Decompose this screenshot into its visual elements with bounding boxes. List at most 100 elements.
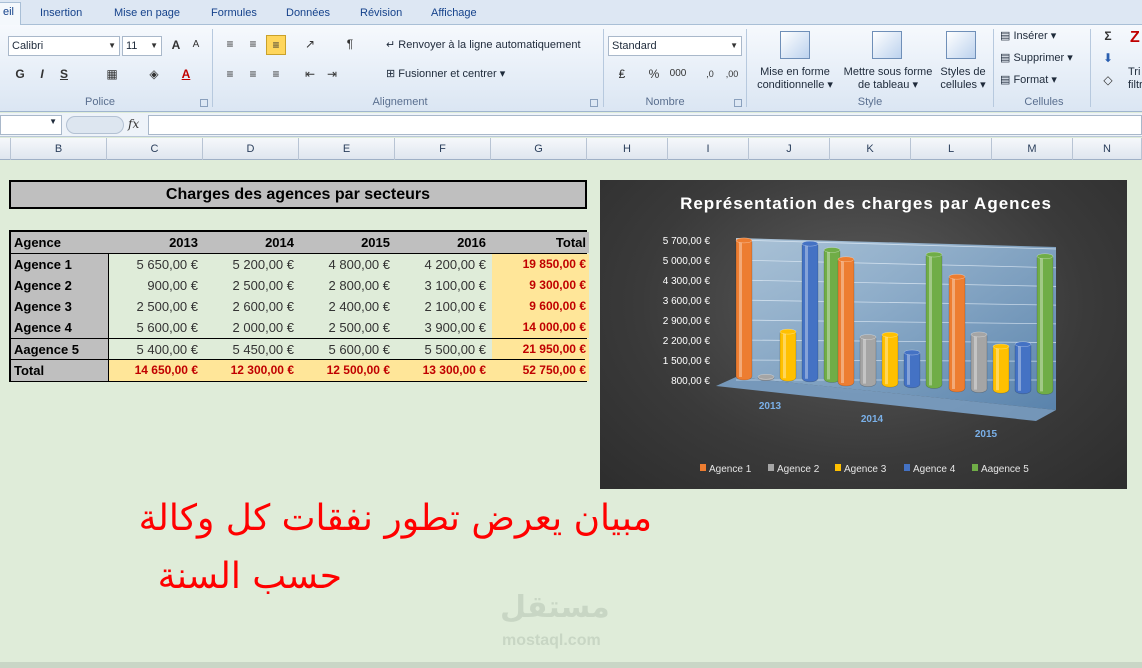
value-cell[interactable]: 5 650,00 € [108,254,204,275]
tab-page-layout[interactable]: Mise en page [108,4,186,24]
header-cell[interactable]: 2016 [396,232,492,253]
row-label[interactable]: Agence 4 [11,317,108,338]
delete-button[interactable]: ▤ Supprimer ▾ [1000,49,1073,69]
align-bottom-icon[interactable]: ≡ [266,35,286,55]
cell-styles-icon[interactable] [946,31,976,59]
decrease-decimal-icon[interactable]: ,00 [722,65,742,85]
total-cell[interactable]: 9 600,00 € [492,296,589,317]
fill-icon[interactable]: ⬇ [1098,49,1118,69]
format-table-button[interactable]: Mettre sous forme de tableau ▾ [840,66,936,92]
column-header[interactable]: K [830,138,911,160]
column-header[interactable]: I [668,138,749,160]
value-cell[interactable]: 5 600,00 € [108,317,204,338]
underline-button[interactable]: S [54,65,74,85]
value-cell[interactable]: 3 100,00 € [396,275,492,296]
align-middle-icon[interactable]: ≡ [243,35,263,55]
column-header[interactable]: J [749,138,830,160]
currency-icon[interactable]: ₤ [612,65,632,85]
column-header-a[interactable] [0,138,11,160]
total-cell[interactable]: 19 850,00 € [492,254,589,275]
column-header[interactable]: N [1073,138,1142,160]
align-left-icon[interactable]: ≡ [220,65,240,85]
tab-review[interactable]: Révision [354,4,408,24]
value-cell[interactable]: 2 500,00 € [108,296,204,317]
column-header[interactable]: L [911,138,992,160]
chart[interactable]: Représentation des charges par Agences 8… [600,180,1127,489]
column-header[interactable]: M [992,138,1073,160]
autosum-icon[interactable]: Σ [1098,27,1118,47]
number-format-select[interactable]: Standard ▼ [608,36,742,56]
italic-button[interactable]: I [32,65,52,85]
font-dialog-launcher[interactable] [200,99,208,107]
value-cell[interactable]: 5 200,00 € [204,254,300,275]
value-cell[interactable]: 13 300,00 € [396,360,492,381]
row-label[interactable]: Agence 2 [11,275,108,296]
total-cell[interactable]: 21 950,00 € [492,339,589,360]
grow-font-icon[interactable]: A [166,36,186,56]
value-cell[interactable]: 3 900,00 € [396,317,492,338]
orientation-icon[interactable]: ↗ [300,35,320,55]
column-header[interactable]: H [587,138,668,160]
value-cell[interactable]: 2 500,00 € [300,317,396,338]
value-cell[interactable]: 2 100,00 € [396,296,492,317]
value-cell[interactable]: 5 600,00 € [300,339,396,360]
fx-icon[interactable]: fx [128,117,139,131]
value-cell[interactable]: 5 400,00 € [108,339,204,360]
column-header[interactable]: G [491,138,587,160]
clear-icon[interactable]: ◇ [1098,71,1118,91]
format-table-icon[interactable] [872,31,902,59]
row-label[interactable]: Total [11,360,108,381]
value-cell[interactable]: 4 800,00 € [300,254,396,275]
total-cell[interactable]: 52 750,00 € [492,360,589,381]
alignment-dialog-launcher[interactable] [590,99,598,107]
row-label[interactable]: Agence 3 [11,296,108,317]
value-cell[interactable]: 5 450,00 € [204,339,300,360]
column-header[interactable]: C [107,138,203,160]
increase-indent-icon[interactable]: ⇥ [322,65,342,85]
value-cell[interactable]: 12 300,00 € [204,360,300,381]
value-cell[interactable]: 14 650,00 € [108,360,204,381]
value-cell[interactable]: 4 200,00 € [396,254,492,275]
number-dialog-launcher[interactable] [734,99,742,107]
total-cell[interactable]: 14 000,00 € [492,317,589,338]
column-header[interactable]: B [11,138,107,160]
value-cell[interactable]: 2 800,00 € [300,275,396,296]
table-title[interactable]: Charges des agences par secteurs [9,180,587,209]
rtl-icon[interactable]: ¶ [340,35,360,55]
name-box[interactable]: ▼ [0,115,62,135]
merge-center-button[interactable]: ⊞ Fusionner et centrer ▾ [386,65,505,85]
align-right-icon[interactable]: ≡ [266,65,286,85]
wrap-text-button[interactable]: ↵ Renvoyer à la ligne automatiquement [386,36,581,56]
thousands-icon[interactable]: 000 [666,65,690,85]
sort-filter-button[interactable]: Tri filtr [1128,66,1142,92]
font-color-icon[interactable]: A [176,65,196,85]
header-cell[interactable]: 2014 [204,232,300,253]
total-cell[interactable]: 9 300,00 € [492,275,589,296]
fill-color-icon[interactable]: ◈ [144,65,164,85]
font-name-select[interactable]: Calibri ▼ [8,36,120,56]
tab-data[interactable]: Données [280,4,336,24]
value-cell[interactable]: 5 500,00 € [396,339,492,360]
column-header[interactable]: D [203,138,299,160]
row-label[interactable]: Aagence 5 [11,339,108,360]
tab-formulas[interactable]: Formules [205,4,263,24]
shrink-font-icon[interactable]: A [186,36,206,56]
row-label[interactable]: Agence 1 [11,254,108,275]
bold-button[interactable]: G [10,65,30,85]
value-cell[interactable]: 900,00 € [108,275,204,296]
format-button[interactable]: ▤ Format ▾ [1000,71,1057,91]
insert-button[interactable]: ▤ Insérer ▾ [1000,27,1056,47]
formula-bar-handle[interactable] [66,116,124,134]
tab-insert[interactable]: Insertion [34,4,88,24]
increase-decimal-icon[interactable]: ,0 [700,65,720,85]
align-center-icon[interactable]: ≡ [243,65,263,85]
cell-styles-button[interactable]: Styles de cellules ▾ [936,66,990,92]
header-cell[interactable]: 2015 [300,232,396,253]
value-cell[interactable]: 2 500,00 € [204,275,300,296]
value-cell[interactable]: 2 000,00 € [204,317,300,338]
sort-filter-icon[interactable]: Z [1130,29,1142,57]
header-cell[interactable]: 2013 [108,232,204,253]
value-cell[interactable]: 2 400,00 € [300,296,396,317]
column-header[interactable]: E [299,138,395,160]
conditional-format-button[interactable]: Mise en forme conditionnelle ▾ [752,66,838,92]
